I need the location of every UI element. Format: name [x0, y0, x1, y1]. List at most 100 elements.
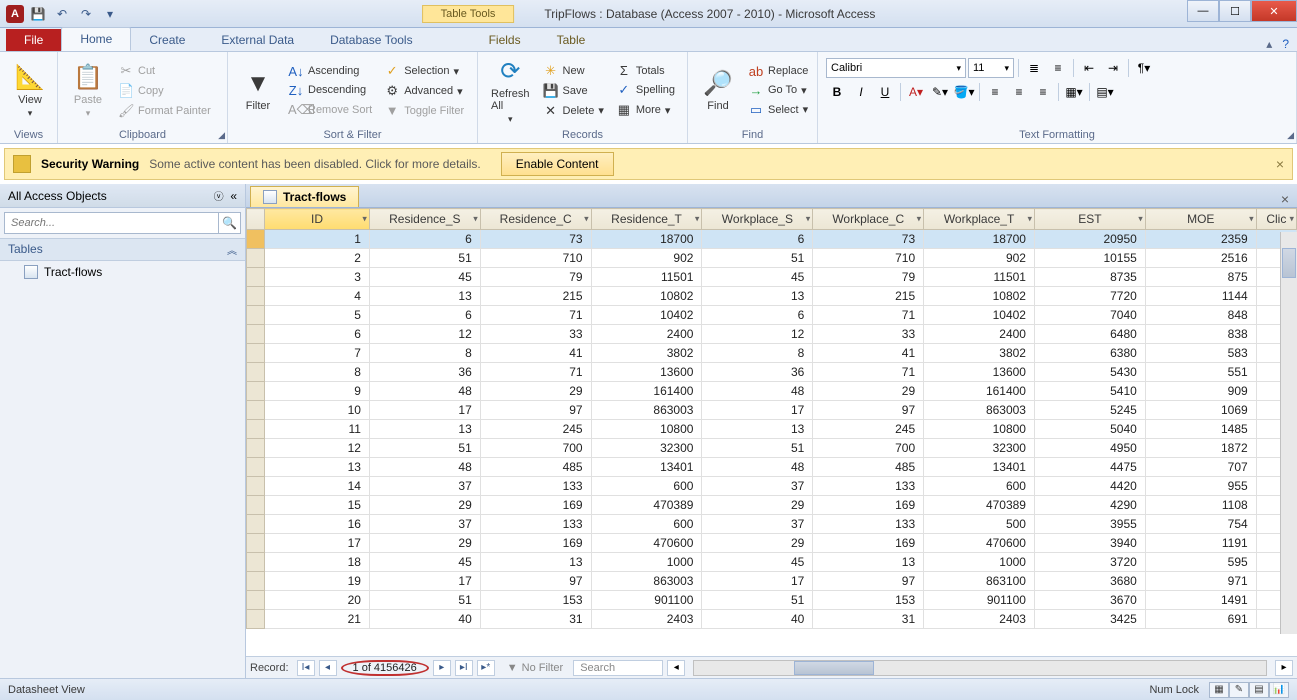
cell[interactable]: 169: [480, 534, 591, 553]
cell[interactable]: 133: [480, 515, 591, 534]
table-row[interactable]: 13484851340148485134014475707: [247, 458, 1297, 477]
cell[interactable]: 133: [813, 477, 924, 496]
cell[interactable]: 1: [265, 230, 370, 249]
cell[interactable]: 51: [702, 249, 813, 268]
minimize-ribbon-icon[interactable]: ▴: [1266, 37, 1272, 51]
table-row[interactable]: 612332400123324006480838: [247, 325, 1297, 344]
data-grid[interactable]: ID▾Residence_S▾Residence_C▾Residence_T▾W…: [246, 208, 1297, 629]
cell[interactable]: 470389: [924, 496, 1035, 515]
cell[interactable]: 901100: [924, 591, 1035, 610]
table-row[interactable]: 83671136003671136005430551: [247, 363, 1297, 382]
cell[interactable]: 13: [265, 458, 370, 477]
cell[interactable]: 6480: [1034, 325, 1145, 344]
cell[interactable]: 29: [369, 534, 480, 553]
tab-fields[interactable]: Fields: [471, 29, 539, 51]
cell[interactable]: 13600: [924, 363, 1035, 382]
gridlines-icon[interactable]: ▦▾: [1063, 82, 1085, 102]
table-row[interactable]: 1637133600371335003955754: [247, 515, 1297, 534]
new-record-button[interactable]: ▸*: [477, 660, 495, 676]
cell[interactable]: 863100: [924, 572, 1035, 591]
row-header[interactable]: [247, 230, 265, 249]
cell[interactable]: 36: [369, 363, 480, 382]
cell[interactable]: 169: [480, 496, 591, 515]
cell[interactable]: 3802: [924, 344, 1035, 363]
table-row[interactable]: 125170032300517003230049501872: [247, 439, 1297, 458]
cell[interactable]: 17: [702, 401, 813, 420]
cell[interactable]: 29: [702, 534, 813, 553]
cell[interactable]: 485: [480, 458, 591, 477]
row-header[interactable]: [247, 268, 265, 287]
table-row[interactable]: 19179786300317978631003680971: [247, 572, 1297, 591]
qat-customize-icon[interactable]: ▾: [100, 4, 120, 24]
close-tab-icon[interactable]: ×: [1273, 191, 1297, 207]
cell[interactable]: 10155: [1034, 249, 1145, 268]
cell[interactable]: 10802: [924, 287, 1035, 306]
collapse-group-icon[interactable]: ︽: [227, 242, 237, 257]
format-painter-button[interactable]: 🖌Format Painter: [114, 102, 215, 120]
cell[interactable]: 3955: [1034, 515, 1145, 534]
horizontal-scrollbar[interactable]: [693, 660, 1267, 676]
record-search-box[interactable]: Search: [573, 660, 663, 676]
nav-group-tables[interactable]: Tables︽: [0, 238, 245, 261]
cell[interactable]: 17: [369, 401, 480, 420]
cell[interactable]: 901100: [591, 591, 702, 610]
cell[interactable]: 97: [813, 572, 924, 591]
hscroll-right[interactable]: ▸: [1275, 660, 1293, 676]
cell[interactable]: 153: [813, 591, 924, 610]
cell[interactable]: 245: [480, 420, 591, 439]
cell[interactable]: 73: [813, 230, 924, 249]
cell[interactable]: 51: [702, 439, 813, 458]
table-row[interactable]: 1437133600371336004420955: [247, 477, 1297, 496]
cell[interactable]: 13600: [591, 363, 702, 382]
cell[interactable]: 13: [480, 553, 591, 572]
cell[interactable]: 40: [369, 610, 480, 629]
more-button[interactable]: ▦More ▾: [612, 101, 679, 119]
cell[interactable]: 13401: [924, 458, 1035, 477]
cell[interactable]: 45: [369, 268, 480, 287]
cell[interactable]: 6: [265, 325, 370, 344]
file-tab[interactable]: File: [6, 29, 61, 51]
cell[interactable]: 971: [1145, 572, 1256, 591]
cell[interactable]: 10: [265, 401, 370, 420]
minimize-button[interactable]: —: [1187, 0, 1219, 22]
cell[interactable]: 3940: [1034, 534, 1145, 553]
help-icon[interactable]: ?: [1282, 37, 1289, 51]
cell[interactable]: 1191: [1145, 534, 1256, 553]
cell[interactable]: 6: [369, 306, 480, 325]
next-record-button[interactable]: ▸: [433, 660, 451, 676]
column-header[interactable]: Clic▾: [1256, 209, 1296, 230]
cell[interactable]: 215: [480, 287, 591, 306]
table-row[interactable]: 101797863003179786300352451069: [247, 401, 1297, 420]
cell[interactable]: 32300: [591, 439, 702, 458]
cell[interactable]: 5430: [1034, 363, 1145, 382]
row-header[interactable]: [247, 458, 265, 477]
cell[interactable]: 2: [265, 249, 370, 268]
goto-button[interactable]: →Go To ▾: [744, 82, 812, 99]
row-header[interactable]: [247, 496, 265, 515]
prev-record-button[interactable]: ◂: [319, 660, 337, 676]
row-header[interactable]: [247, 363, 265, 382]
cell[interactable]: 41: [813, 344, 924, 363]
cell[interactable]: 909: [1145, 382, 1256, 401]
cell[interactable]: 691: [1145, 610, 1256, 629]
cell[interactable]: 71: [480, 363, 591, 382]
design-view-icon[interactable]: ✎: [1229, 682, 1249, 698]
cell[interactable]: 45: [702, 268, 813, 287]
text-direction-icon[interactable]: ¶▾: [1133, 58, 1155, 78]
cell[interactable]: 48: [369, 382, 480, 401]
column-header[interactable]: Workplace_S▾: [702, 209, 813, 230]
row-header[interactable]: [247, 382, 265, 401]
cell[interactable]: 595: [1145, 553, 1256, 572]
remove-sort-button[interactable]: A⌫Remove Sort: [284, 101, 376, 119]
cell[interactable]: 8: [702, 344, 813, 363]
cell[interactable]: 133: [480, 477, 591, 496]
cell[interactable]: 17: [265, 534, 370, 553]
table-row[interactable]: 16731870067318700209502359: [247, 230, 1297, 249]
row-header[interactable]: [247, 306, 265, 325]
row-header[interactable]: [247, 610, 265, 629]
fill-color-icon[interactable]: 🪣▾: [953, 82, 975, 102]
cell[interactable]: 7: [265, 344, 370, 363]
cell[interactable]: 583: [1145, 344, 1256, 363]
align-center-icon[interactable]: ≡: [1008, 82, 1030, 102]
cell[interactable]: 79: [813, 268, 924, 287]
